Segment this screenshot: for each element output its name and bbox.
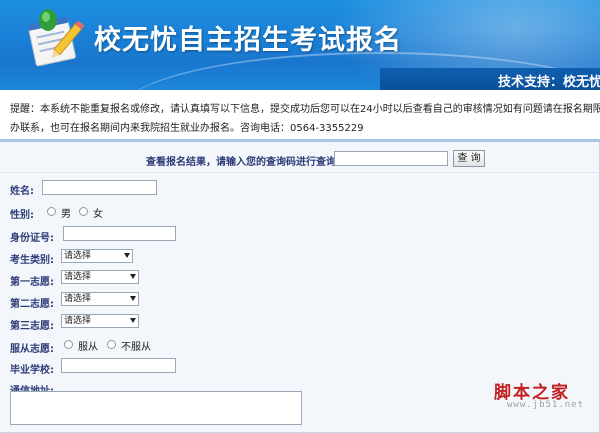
obey-yes-radio[interactable] [64, 340, 73, 349]
page: 校无忧自主招生考试报名 技术支持：校无忧 提醒：本系统不能重复报名或修改，请认真… [0, 0, 600, 433]
gender-label: 性别: [10, 210, 34, 221]
name-label: 姓名: [10, 186, 34, 197]
chevron-down-icon [130, 318, 136, 323]
notice-line-2: 办联系，也可在报名期间内来我院招生就业办报名。咨询电话：0564-3355229 [10, 123, 364, 134]
school-label: 毕业学校: [10, 365, 54, 376]
obey-label: 服从志愿: [10, 344, 54, 355]
support-text: 技术支持：校无忧 [498, 75, 600, 90]
choice3-select-value: 请选择 [64, 316, 92, 326]
obey-no-text: 不服从 [121, 342, 151, 353]
choice3-select[interactable]: 请选择 [61, 314, 139, 328]
query-code-input[interactable] [334, 151, 448, 166]
notice-line-1: 提醒：本系统不能重复报名或修改，请认真填写以下信息，提交成功后您可以在24小时以… [10, 104, 600, 115]
choice1-select-value: 请选择 [64, 272, 92, 282]
notice-box: 提醒：本系统不能重复报名或修改，请认真填写以下信息，提交成功后您可以在24小时以… [0, 90, 600, 142]
category-label: 考生类别: [10, 255, 54, 266]
query-button[interactable]: 查 询 [453, 150, 485, 167]
id-number-input[interactable] [63, 226, 176, 241]
obey-no-radio[interactable] [107, 340, 116, 349]
header-banner: 校无忧自主招生考试报名 技术支持：校无忧 [0, 0, 600, 90]
query-bar: 查看报名结果，请输入您的查询码进行查询： 查 询 [0, 145, 600, 173]
category-select[interactable]: 请选择 [61, 249, 133, 263]
watermark-url: www.jb51.net [507, 400, 585, 410]
choice2-select[interactable]: 请选择 [61, 292, 139, 306]
name-input[interactable] [42, 180, 157, 195]
category-select-value: 请选择 [64, 251, 92, 261]
gender-male-text: 男 [61, 209, 71, 220]
address-textarea[interactable] [10, 391, 302, 425]
gender-female-text: 女 [93, 209, 103, 220]
gender-female-radio[interactable] [79, 207, 88, 216]
query-label: 查看报名结果，请输入您的查询码进行查询： [146, 157, 346, 168]
chevron-down-icon [130, 296, 136, 301]
page-title: 校无忧自主招生考试报名 [94, 25, 402, 56]
chevron-down-icon [124, 253, 130, 258]
choice3-label: 第三志愿: [10, 321, 54, 332]
choice1-label: 第一志愿: [10, 277, 54, 288]
choice1-select[interactable]: 请选择 [61, 270, 139, 284]
id-number-label: 身份证号: [10, 233, 54, 244]
notepad-pencil-icon [27, 9, 85, 67]
choice2-select-value: 请选择 [64, 294, 92, 304]
gender-male-radio[interactable] [47, 207, 56, 216]
obey-yes-text: 服从 [78, 342, 98, 353]
school-input[interactable] [61, 358, 176, 373]
chevron-down-icon [130, 274, 136, 279]
choice2-label: 第二志愿: [10, 299, 54, 310]
